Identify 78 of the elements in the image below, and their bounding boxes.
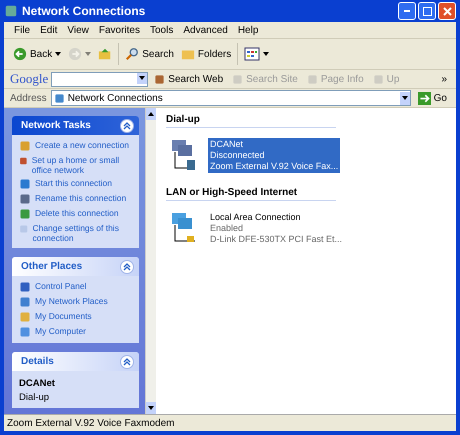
toolbar-icon [154,74,166,84]
up-caret-icon [148,112,154,116]
address-label: Address [10,92,47,104]
task-icon [19,296,31,308]
menu-item[interactable]: File [10,24,34,36]
caret-icon [402,96,408,100]
minimize-icon [404,10,410,12]
collapse-button[interactable] [120,118,134,132]
go-arrow-icon [418,92,431,104]
task-icon [19,155,28,167]
group-header: Dial-up [166,112,336,128]
task-icon [19,140,31,152]
close-icon [442,6,452,16]
task-icon [19,223,28,235]
caret-icon [85,52,92,56]
task-icon [19,193,31,205]
toolbar-icon [372,74,384,84]
google-logo[interactable]: Google [10,71,48,87]
group-header: LAN or High-Speed Internet [166,185,336,201]
menu-item[interactable]: Favorites [94,24,144,36]
menu-item[interactable]: Help [234,24,262,36]
detail-type: Dial-up [19,392,50,403]
panel-title[interactable]: Other Places [12,257,139,276]
folder-up-icon [98,47,112,61]
views-icon [244,46,260,62]
google-toolbar-button[interactable]: Search Web [151,72,226,86]
task-link[interactable]: Change settings of this connection [19,223,135,243]
caret-icon [55,52,62,56]
minimize-button[interactable] [398,2,416,20]
task-link[interactable]: Control Panel [19,281,135,293]
scroll-down-button[interactable] [146,402,156,414]
maximize-icon [422,6,432,16]
double-chevron-icon [123,358,131,366]
close-button[interactable] [438,2,456,20]
task-icon [19,326,31,338]
connection-item[interactable]: Local Area Connection Enabled D-Link DFE-530TX PCI Fast Et... [208,211,344,246]
task-icon [19,311,31,323]
menu-item[interactable]: View [63,24,93,36]
caret-icon [148,406,154,410]
task-link[interactable]: Delete this connection [19,208,135,220]
more-button[interactable]: » [438,72,450,86]
address-field[interactable]: Network Connections [50,90,411,106]
detail-name: DCANet [19,378,56,389]
caret-icon [263,52,270,56]
double-chevron-icon [123,122,131,130]
search-button[interactable]: Search [122,45,177,63]
status-bar: Zoom External V.92 Voice Faxmodem [4,414,456,431]
task-link[interactable]: My Documents [19,311,135,323]
collapse-button[interactable] [120,260,134,274]
search-icon [125,47,140,61]
task-icon [19,208,31,220]
task-link[interactable]: My Network Places [19,296,135,308]
task-icon [19,178,31,190]
caret-icon [139,76,146,80]
menu-item[interactable]: Tools [146,24,178,36]
task-link[interactable]: Set up a home or small office network [19,155,135,175]
maximize-button[interactable] [418,2,436,20]
collapse-button[interactable] [120,354,134,368]
task-link[interactable]: Rename this connection [19,193,135,205]
window-title: Network Connections [22,4,146,18]
task-link[interactable]: My Computer [19,326,135,338]
task-link[interactable]: Start this connection [19,178,135,190]
scroll-up-button[interactable] [146,108,156,120]
task-link[interactable]: Create a new connection [19,140,135,152]
google-search-field[interactable] [51,72,148,86]
connection-item[interactable]: DCANet Disconnected Zoom External V.92 Voice Fax... [208,138,340,173]
menu-item[interactable]: Advanced [179,24,232,36]
scrollbar[interactable] [145,108,156,414]
panel-title[interactable]: Network Tasks [12,116,139,135]
toolbar-icon [232,74,244,84]
go-button[interactable]: Go [414,90,450,106]
folders-button[interactable]: Folders [178,45,234,63]
menu-item[interactable]: Edit [36,24,62,36]
double-chevron-icon [123,262,131,270]
back-button[interactable]: Back [10,45,64,63]
panel-title[interactable]: Details [12,352,139,371]
toolbar-icon [306,74,318,84]
task-icon [19,281,31,293]
